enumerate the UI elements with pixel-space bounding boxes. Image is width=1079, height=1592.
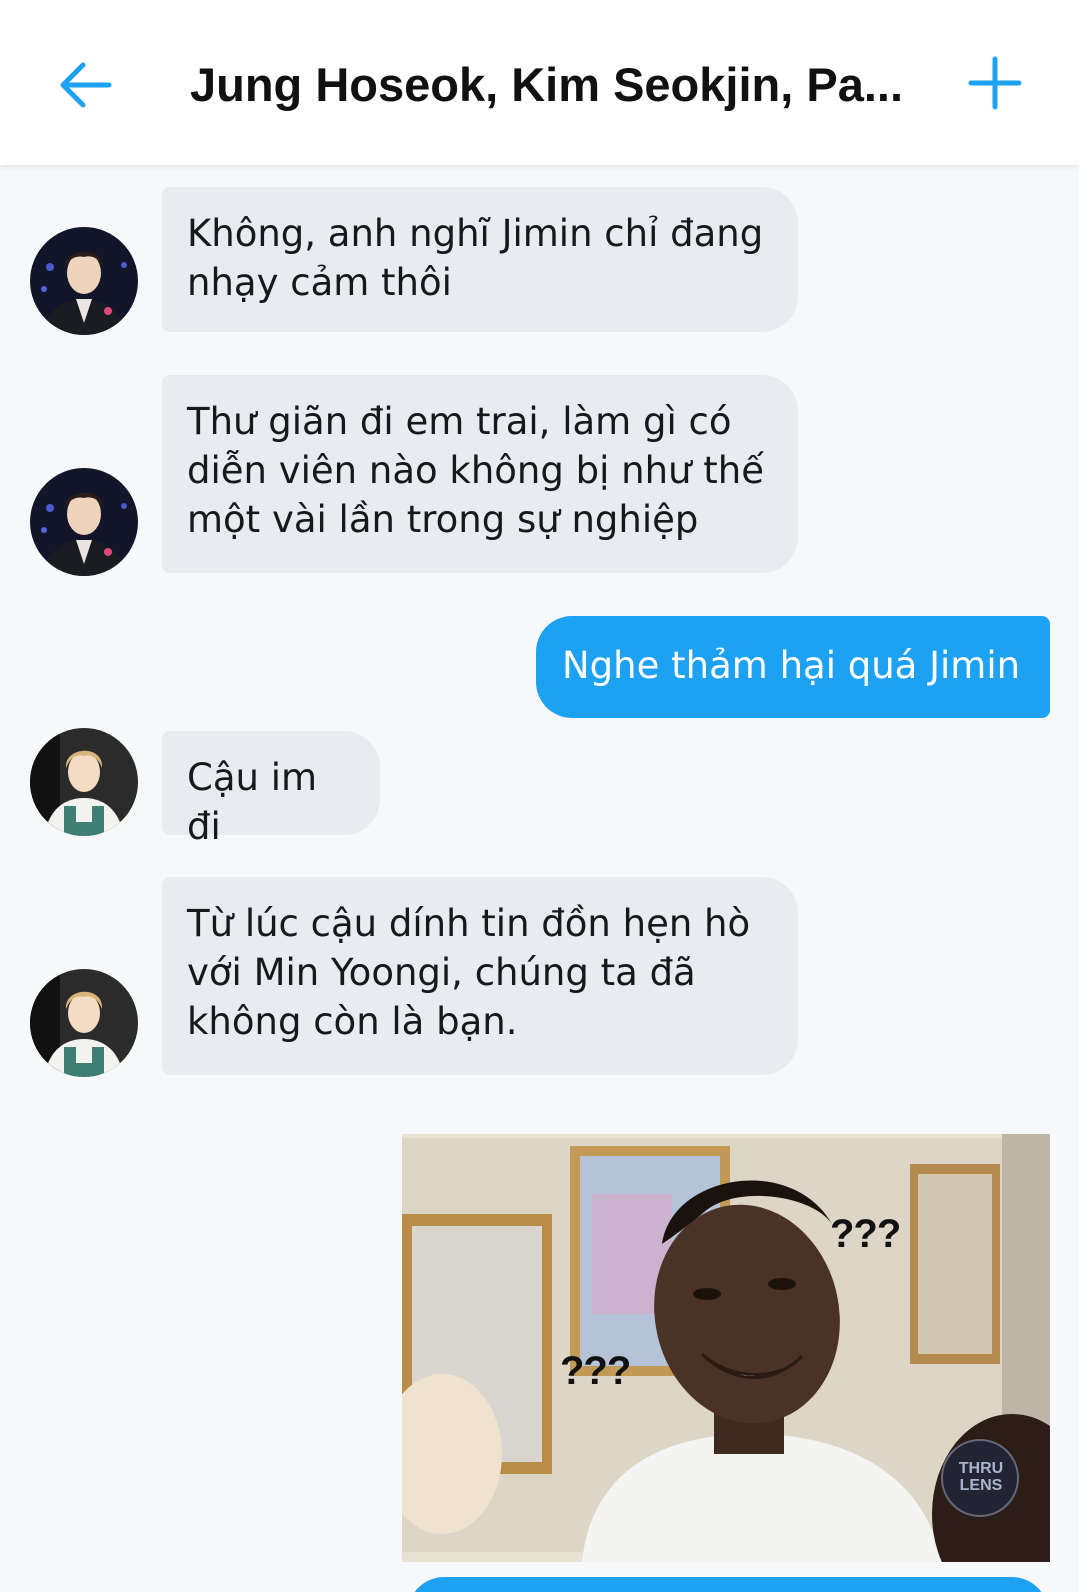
back-button[interactable] bbox=[50, 50, 120, 120]
message-bubble[interactable]: Từ lúc cậu dính tin đồn hẹn hò với Min Y… bbox=[162, 877, 798, 1075]
conversation-title[interactable]: Jung Hoseok, Kim Seokjin, Pa... bbox=[190, 55, 903, 115]
meme-watermark: THRU LENS bbox=[958, 1460, 1004, 1494]
seokjin-avatar[interactable] bbox=[30, 468, 138, 576]
message-bubble[interactable]: Không, anh nghĩ Jimin chỉ đang nhạy cảm … bbox=[162, 187, 798, 332]
message-bubble[interactable]: Thư giãn đi em trai, làm gì có diễn viên… bbox=[162, 375, 798, 573]
arrow-left-icon bbox=[60, 62, 112, 108]
outgoing-message-bubble[interactable] bbox=[408, 1577, 1048, 1592]
jimin-avatar[interactable] bbox=[30, 969, 138, 1077]
message-text: Không, anh nghĩ Jimin chỉ đang nhạy cảm … bbox=[187, 212, 764, 304]
seokjin-avatar[interactable] bbox=[30, 227, 138, 335]
meme-caption-left: ??? bbox=[560, 1349, 631, 1393]
add-participant-button[interactable] bbox=[960, 48, 1030, 118]
chat-header: Jung Hoseok, Kim Seokjin, Pa... bbox=[0, 0, 1079, 165]
message-bubble[interactable]: Cậu im đi bbox=[162, 731, 380, 848]
meme-illustration bbox=[402, 1134, 1050, 1562]
message-list[interactable]: Không, anh nghĩ Jimin chỉ đang nhạy cảm … bbox=[0, 165, 1079, 1592]
meme-caption-right: ??? bbox=[830, 1212, 901, 1256]
outgoing-message-bubble[interactable]: Nghe thảm hại quá Jimin bbox=[536, 616, 1050, 718]
message-text: Thư giãn đi em trai, làm gì có diễn viên… bbox=[187, 400, 764, 541]
meme-image[interactable]: ??? ??? THRU LENS bbox=[402, 1134, 1050, 1562]
jimin-avatar[interactable] bbox=[30, 728, 138, 836]
plus-icon bbox=[968, 56, 1022, 110]
message-text: Cậu im đi bbox=[187, 756, 318, 848]
message-text: Từ lúc cậu dính tin đồn hẹn hò với Min Y… bbox=[187, 902, 751, 1043]
message-text: Nghe thảm hại quá Jimin bbox=[562, 644, 1021, 687]
